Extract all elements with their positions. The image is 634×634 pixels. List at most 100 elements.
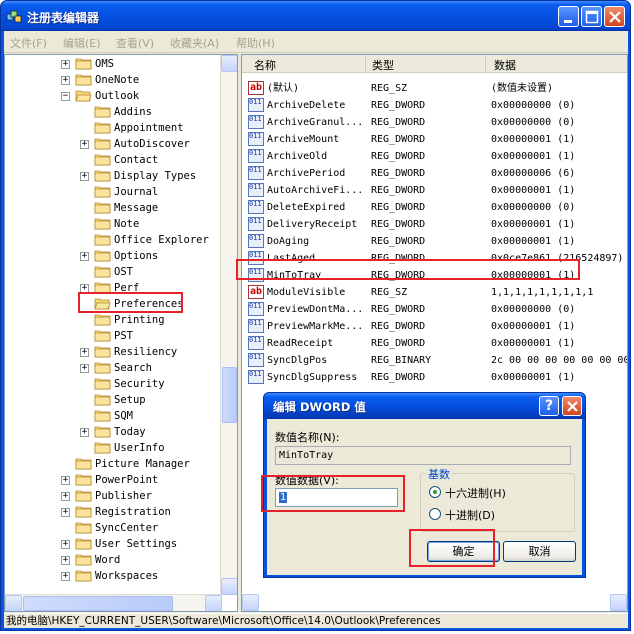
tree-item[interactable]: + PowerPoint — [5, 472, 221, 488]
tree-item[interactable]: + Resiliency — [5, 344, 221, 360]
tree-item[interactable]: Security — [5, 376, 221, 392]
registry-value-row[interactable]: 011 110SyncDlgPos REG_BINARY 2c 00 00 00 0… — [242, 352, 627, 369]
registry-key-tree[interactable]: + OMS + OneNote − Outlook Addins Appointment + Au… — [4, 54, 238, 612]
registry-value-row[interactable]: 011 110ReadReceipt REG_DWORD 0x00000001 (1… — [242, 335, 627, 352]
expand-icon[interactable]: + — [80, 172, 89, 181]
expand-icon[interactable]: + — [61, 556, 70, 565]
registry-value-row[interactable]: 011 110MinToTray REG_DWORD 0x00000001 (1) — [242, 267, 627, 284]
value-data-input[interactable]: 1 — [275, 488, 398, 507]
minimize-button[interactable] — [558, 6, 579, 27]
scroll-thumb[interactable] — [222, 367, 237, 423]
tree-item[interactable]: Preferences — [5, 296, 221, 312]
expand-icon[interactable]: + — [80, 252, 89, 261]
expand-icon[interactable]: + — [61, 60, 70, 69]
tree-item[interactable]: Appointment — [5, 120, 221, 136]
expand-icon[interactable]: + — [80, 364, 89, 373]
tree-item[interactable]: UserInfo — [5, 440, 221, 456]
registry-value-row[interactable]: 011 110ArchiveGranul... REG_DWORD 0x000000… — [242, 114, 627, 131]
scroll-left-button[interactable] — [5, 595, 22, 611]
expand-icon[interactable]: + — [61, 476, 70, 485]
title-bar[interactable]: 注册表编辑器 — [1, 1, 630, 31]
registry-value-row[interactable]: 011 110ArchiveDelete REG_DWORD 0x00000000 … — [242, 97, 627, 114]
expand-icon[interactable]: + — [80, 140, 89, 149]
column-header-name[interactable]: 名称 — [254, 57, 276, 73]
tree-item[interactable]: Setup — [5, 392, 221, 408]
expand-icon[interactable]: + — [61, 76, 70, 85]
radio-hex-indicator[interactable] — [429, 486, 441, 498]
expand-icon[interactable]: + — [61, 572, 70, 581]
ok-button[interactable]: 确定 — [427, 541, 500, 562]
tree-item[interactable]: − Outlook — [5, 88, 221, 104]
tree-item[interactable]: SyncCenter — [5, 520, 221, 536]
menu-view[interactable]: 查看(V) — [116, 35, 154, 51]
maximize-button[interactable] — [581, 6, 602, 27]
dialog-close-button[interactable] — [562, 396, 582, 416]
list-scroll-right-button[interactable] — [610, 594, 627, 611]
registry-value-row[interactable]: 011 110ArchiveOld REG_DWORD 0x00000001 (1) — [242, 148, 627, 165]
tree-item[interactable]: OST — [5, 264, 221, 280]
scroll-up-button[interactable] — [221, 55, 237, 72]
menu-edit[interactable]: 编辑(E) — [63, 35, 101, 51]
tree-item[interactable]: + OMS — [5, 56, 221, 72]
registry-value-row[interactable]: 011 110LastAged REG_DWORD 0x0ce7e861 (2165… — [242, 250, 627, 267]
tree-item[interactable]: + Word — [5, 552, 221, 568]
registry-value-row[interactable]: ab (默认) REG_SZ (数值未设置) — [242, 80, 627, 97]
tree-item[interactable]: PST — [5, 328, 221, 344]
registry-value-row[interactable]: 011 110ArchiveMount REG_DWORD 0x00000001 (… — [242, 131, 627, 148]
column-divider[interactable] — [485, 57, 486, 71]
dialog-title-bar[interactable]: 编辑 DWORD 值 ? — [264, 393, 585, 419]
tree-item[interactable]: Office Explorer — [5, 232, 221, 248]
registry-value-row[interactable]: 011 110PreviewMarkMe... REG_DWORD 0x000000… — [242, 318, 627, 335]
tree-item[interactable]: + Options — [5, 248, 221, 264]
tree-item[interactable]: + Workspaces — [5, 568, 221, 584]
registry-value-row[interactable]: 011 110DeliveryReceipt REG_DWORD 0x0000000… — [242, 216, 627, 233]
registry-value-row[interactable]: 011 110AutoArchiveFi... REG_DWORD 0x000000… — [242, 182, 627, 199]
column-divider[interactable] — [365, 57, 366, 71]
expand-icon[interactable]: + — [61, 540, 70, 549]
tree-item[interactable]: + Publisher — [5, 488, 221, 504]
tree-item[interactable]: SQM — [5, 408, 221, 424]
cancel-button[interactable]: 取消 — [503, 541, 576, 562]
column-header-type[interactable]: 类型 — [372, 57, 394, 73]
tree-item[interactable]: + Display Types — [5, 168, 221, 184]
tree-item[interactable]: + Registration — [5, 504, 221, 520]
registry-value-row[interactable]: 011 110PreviewDontMa... REG_DWORD 0x000000… — [242, 301, 627, 318]
menu-file[interactable]: 文件(F) — [10, 35, 47, 51]
close-button[interactable] — [604, 6, 625, 27]
expand-icon[interactable]: + — [80, 428, 89, 437]
tree-item[interactable]: + Perf — [5, 280, 221, 296]
registry-value-row[interactable]: 011 110DeleteExpired REG_DWORD 0x00000000 … — [242, 199, 627, 216]
menu-favorites[interactable]: 收藏夹(A) — [170, 35, 219, 51]
tree-item[interactable]: Contact — [5, 152, 221, 168]
expand-icon[interactable]: + — [61, 508, 70, 517]
tree-item[interactable]: + AutoDiscover — [5, 136, 221, 152]
tree-item[interactable]: Note — [5, 216, 221, 232]
tree-item[interactable]: + OneNote — [5, 72, 221, 88]
expand-icon[interactable]: + — [80, 348, 89, 357]
tree-item[interactable]: + Search — [5, 360, 221, 376]
tree-item[interactable]: Picture Manager — [5, 456, 221, 472]
registry-value-row[interactable]: ab ModuleVisible REG_SZ 1,1,1,1,1,1,1,1,1 — [242, 284, 627, 301]
tree-horizontal-scrollbar[interactable] — [5, 594, 222, 611]
registry-value-row[interactable]: 011 110ArchivePeriod REG_DWORD 0x00000006 … — [242, 165, 627, 182]
tree-item[interactable]: + Today — [5, 424, 221, 440]
scroll-thumb-horizontal[interactable] — [23, 596, 173, 611]
menu-help[interactable]: 帮助(H) — [236, 35, 275, 51]
radio-dec-indicator[interactable] — [429, 508, 441, 520]
tree-vertical-scrollbar[interactable] — [220, 55, 237, 595]
collapse-icon[interactable]: − — [61, 92, 70, 101]
column-header-data[interactable]: 数据 — [494, 57, 516, 73]
tree-item[interactable]: Message — [5, 200, 221, 216]
tree-item[interactable]: Journal — [5, 184, 221, 200]
scroll-right-button[interactable] — [205, 595, 222, 611]
tree-item[interactable]: Addins — [5, 104, 221, 120]
expand-icon[interactable]: + — [61, 492, 70, 501]
registry-value-row[interactable]: 011 110SyncDlgSuppress REG_DWORD 0x0000000… — [242, 369, 627, 386]
expand-icon[interactable]: + — [80, 284, 89, 293]
scroll-down-button[interactable] — [221, 578, 237, 595]
tree-item[interactable]: + User Settings — [5, 536, 221, 552]
registry-value-row[interactable]: 011 110DoAging REG_DWORD 0x00000001 (1) — [242, 233, 627, 250]
list-scroll-left-button[interactable] — [242, 594, 259, 611]
tree-item[interactable]: Printing — [5, 312, 221, 328]
help-button[interactable]: ? — [539, 396, 559, 416]
